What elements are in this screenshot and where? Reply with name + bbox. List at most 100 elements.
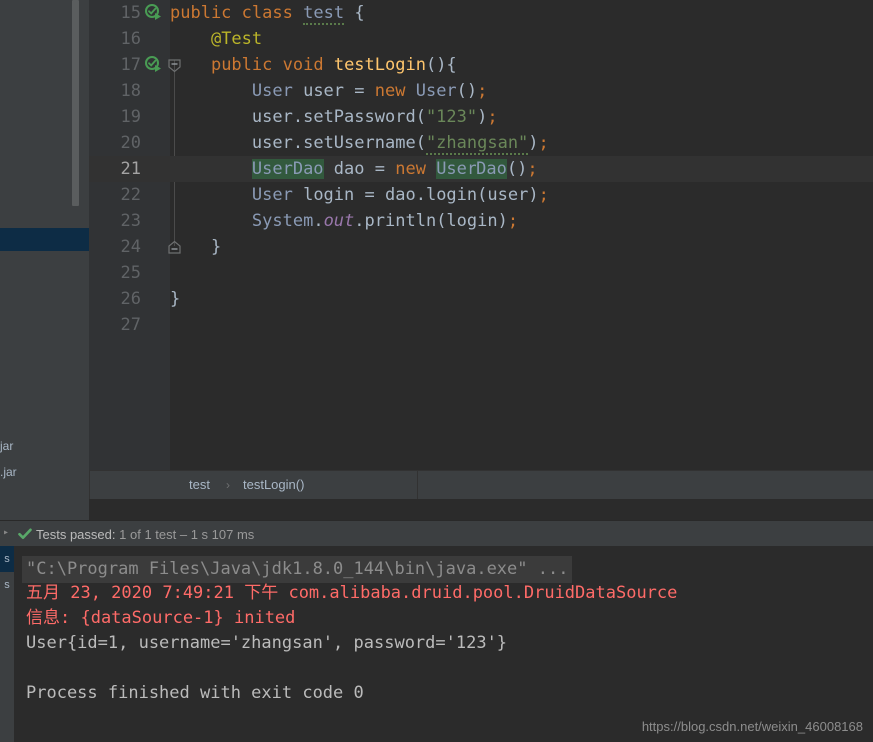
watermark: https://blog.csdn.net/weixin_46008168: [641, 719, 863, 734]
editor-line[interactable]: 24 }: [89, 234, 873, 260]
code-token: ): [528, 133, 539, 153]
code-token: ;: [477, 81, 488, 101]
code-token: User: [436, 159, 478, 179]
code-token: login: [425, 185, 478, 205]
code-token: (login): [436, 211, 508, 231]
tests-passed-label: Tests passed:: [36, 527, 116, 542]
line-number: 24: [120, 237, 141, 257]
code-line-text: User login = dao.login(user);: [170, 182, 549, 208]
code-token: .: [415, 185, 426, 205]
line-number: 17: [120, 55, 141, 75]
code-token: "zhangsan": [425, 133, 529, 155]
console-line: "C:\Program Files\Java\jdk1.8.0_144\bin\…: [22, 556, 573, 583]
code-line-text: public class test {: [170, 0, 365, 26]
editor-line[interactable]: 17 public void testLogin(){: [89, 52, 873, 78]
fold-end-icon[interactable]: [167, 240, 182, 255]
run-test-success-icon[interactable]: [145, 4, 163, 22]
line-number: 27: [120, 315, 141, 335]
console-line: 五月 23, 2020 7:49:21 下午 com.alibaba.druid…: [26, 583, 678, 603]
project-scrollbar[interactable]: [72, 0, 79, 206]
tests-total-label: of 1 test: [129, 527, 177, 542]
editor-line[interactable]: 22 User login = dao.login(user);: [89, 182, 873, 208]
code-line-text: user.setPassword("123");: [170, 104, 498, 130]
code-token: (: [415, 107, 426, 127]
code-line-text: public void testLogin(){: [170, 52, 457, 78]
code-token: {: [354, 3, 365, 23]
code-token: ;: [538, 133, 549, 153]
editor-line[interactable]: 21 UserDao dao = new UserDao();: [89, 156, 873, 182]
idea-window: jar .jar 15 public class test {16 @Test 17…: [0, 0, 873, 742]
code-token: setUsername: [303, 133, 416, 153]
breadcrumb-divider-right: [417, 471, 418, 499]
breadcrumb-item-method[interactable]: testLogin(): [243, 471, 304, 499]
code-token: =: [374, 159, 396, 179]
code-token: User: [415, 81, 457, 101]
code-token: user: [251, 107, 293, 127]
toolwindow-tab[interactable]: s: [0, 572, 14, 598]
code-token: out: [323, 211, 355, 231]
status-dash: –: [179, 527, 188, 542]
code-token: User: [251, 185, 293, 205]
run-tool-window: ▸ Tests passed: 1 of 1 test – 1 s 107 ms…: [0, 520, 873, 742]
breadcrumb-divider-left: [89, 471, 90, 499]
test-status-text: Tests passed: 1 of 1 test – 1 s 107 ms: [36, 522, 254, 547]
toolwindow-tab[interactable]: s: [0, 546, 14, 572]
expand-collapse-icon[interactable]: ▸: [3, 528, 13, 538]
code-token: testLogin: [333, 55, 426, 75]
line-number: 20: [120, 133, 141, 153]
code-token: .: [313, 211, 324, 231]
toolwindow-vertical-tabs[interactable]: ss: [0, 546, 14, 742]
code-token: ): [477, 107, 488, 127]
editor-line[interactable]: 27: [89, 312, 873, 338]
code-token: (): [506, 159, 528, 179]
code-token: (: [415, 133, 426, 153]
fold-collapse-icon[interactable]: [167, 58, 182, 73]
project-file-item-b[interactable]: .jar: [0, 464, 89, 481]
editor-line[interactable]: 26}: [89, 286, 873, 312]
breadcrumb[interactable]: test › testLogin(): [89, 470, 873, 499]
code-token: .: [292, 133, 304, 153]
project-selected-item[interactable]: [0, 228, 89, 251]
code-token: .: [354, 211, 365, 231]
project-panel-footer: [0, 497, 89, 520]
run-test-success-icon[interactable]: [145, 56, 163, 74]
editor-line[interactable]: 15 public class test {: [89, 0, 873, 26]
breadcrumb-separator-icon: ›: [226, 478, 230, 492]
code-token: user: [251, 133, 293, 153]
editor-line[interactable]: 25: [89, 260, 873, 286]
code-token: void: [282, 55, 324, 75]
code-token: .: [292, 107, 304, 127]
code-token: new: [374, 81, 406, 101]
breadcrumb-item-class[interactable]: test: [189, 471, 210, 499]
code-token: ;: [527, 159, 538, 179]
code-token: new: [395, 159, 426, 179]
editor-line[interactable]: 23 System.out.println(login);: [89, 208, 873, 234]
code-token: Dao: [476, 159, 507, 179]
code-token: }: [210, 237, 222, 257]
editor-line[interactable]: 16 @Test: [89, 26, 873, 52]
tests-passed-count: 1: [119, 527, 127, 542]
code-token: (user): [477, 185, 539, 205]
editor-line[interactable]: 19 user.setPassword("123");: [89, 104, 873, 130]
code-line-text: System.out.println(login);: [170, 208, 518, 234]
code-line-text: User user = new User();: [170, 78, 488, 104]
editor-line[interactable]: 18 User user = new User();: [89, 78, 873, 104]
code-token: dao: [384, 185, 416, 205]
project-tool-window[interactable]: jar .jar: [0, 0, 89, 520]
console-line: 信息: {dataSource-1} inited: [26, 608, 296, 628]
console-output[interactable]: "C:\Program Files\Java\jdk1.8.0_144\bin\…: [14, 546, 873, 742]
line-number: 22: [120, 185, 141, 205]
console-line: Process finished with exit code 0: [26, 683, 364, 703]
code-token: ;: [507, 211, 519, 231]
project-file-item-a[interactable]: jar: [0, 438, 89, 455]
code-token: test: [303, 3, 345, 25]
editor-line[interactable]: 20 user.setUsername("zhangsan");: [89, 130, 873, 156]
code-editor[interactable]: 15 public class test {16 @Test 17 public v…: [89, 0, 873, 470]
